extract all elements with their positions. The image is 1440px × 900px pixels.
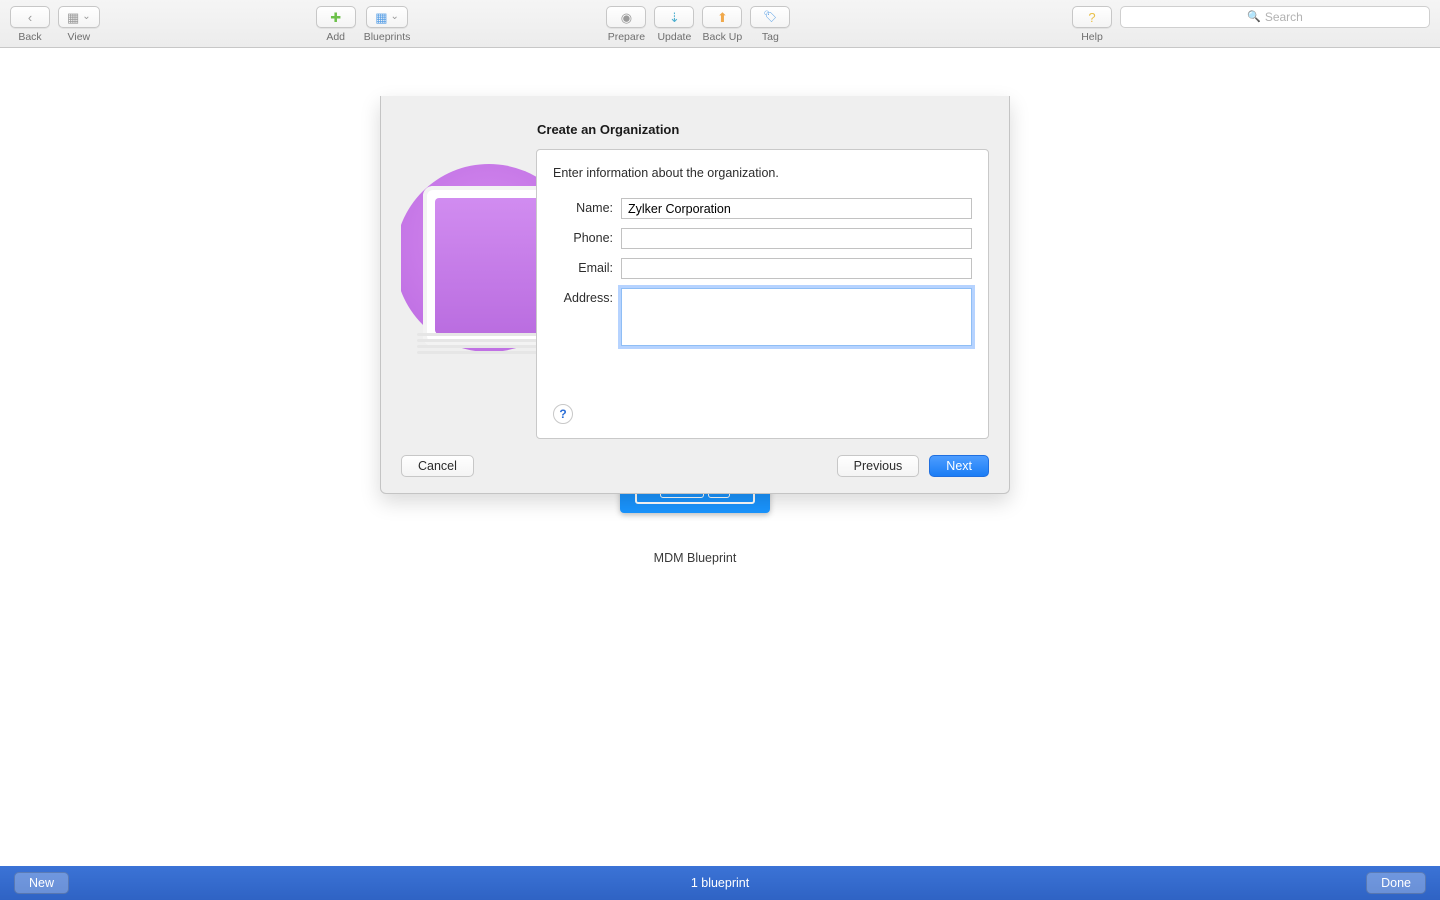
status-text: 1 blueprint [0, 876, 1440, 890]
cancel-button[interactable]: Cancel [401, 455, 474, 477]
address-label: Address: [553, 288, 621, 305]
tag-group: 🏷 Tag [750, 6, 790, 43]
previous-button[interactable]: Previous [837, 455, 920, 477]
email-label: Email: [553, 258, 621, 275]
blueprints-button[interactable]: ▦ ⌄ [366, 6, 408, 28]
done-button[interactable]: Done [1366, 872, 1426, 894]
back-group: ‹ Back [10, 6, 50, 43]
tag-icon: 🏷 [763, 12, 777, 23]
download-icon: ⇣ [669, 11, 680, 24]
chevron-left-icon: ‹ [28, 11, 32, 24]
name-row: Name: [553, 198, 972, 219]
address-field[interactable] [621, 288, 972, 346]
help-group: ? Help [1072, 6, 1112, 43]
up-arrow-icon: ⬆ [717, 11, 728, 24]
phone-label: Phone: [553, 228, 621, 245]
add-button[interactable]: ✚ [316, 6, 356, 28]
plus-icon: ✚ [330, 11, 341, 24]
add-group: ✚ Add [316, 6, 356, 43]
search-group: 🔍 Search [1120, 6, 1430, 43]
help-icon: ? [1088, 11, 1095, 24]
search-input[interactable]: 🔍 Search [1120, 6, 1430, 28]
bottom-bar: New 1 blueprint Done [0, 866, 1440, 900]
globe-icon: ◉ [621, 11, 632, 24]
blueprints-label: Blueprints [364, 31, 411, 43]
prepare-button[interactable]: ◉ [606, 6, 646, 28]
next-button[interactable]: Next [929, 455, 989, 477]
view-button[interactable]: ▦ ⌄ [58, 6, 100, 28]
sheet-buttons: Cancel Previous Next [401, 455, 989, 477]
backup-label: Back Up [703, 31, 743, 43]
sheet-help-button[interactable]: ? [553, 404, 573, 424]
blueprint-label: MDM Blueprint [654, 551, 737, 565]
search-placeholder: Search [1265, 10, 1303, 24]
blueprints-group: ▦ ⌄ Blueprints [364, 6, 411, 43]
prepare-label: Prepare [608, 31, 645, 43]
name-label: Name: [553, 198, 621, 215]
new-button[interactable]: New [14, 872, 69, 894]
create-organization-sheet: Create an Organization Enter information… [380, 96, 1010, 494]
backup-button[interactable]: ⬆ [702, 6, 742, 28]
update-label: Update [657, 31, 691, 43]
phone-row: Phone: [553, 228, 972, 249]
view-group: ▦ ⌄ View [58, 6, 100, 43]
update-button[interactable]: ⇣ [654, 6, 694, 28]
toolbar: ‹ Back ▦ ⌄ View ✚ Add ▦ ⌄ Blueprint [0, 0, 1440, 48]
view-label: View [68, 31, 91, 43]
update-group: ⇣ Update [654, 6, 694, 43]
blueprints-icon: ▦ [375, 11, 387, 24]
sheet-illustration [401, 149, 536, 439]
email-field[interactable] [621, 258, 972, 279]
back-button[interactable]: ‹ [10, 6, 50, 28]
tag-label: Tag [762, 31, 779, 43]
form-description: Enter information about the organization… [553, 166, 972, 180]
chevron-down-icon: ⌄ [390, 12, 398, 22]
phone-field[interactable] [621, 228, 972, 249]
content-area: MDM Blueprint Create an Organization Ent… [0, 48, 1440, 866]
grid-icon: ▦ [67, 11, 79, 24]
backup-group: ⬆ Back Up [702, 6, 742, 43]
help-label: Help [1081, 31, 1103, 43]
chevron-down-icon: ⌄ [82, 12, 90, 22]
prepare-group: ◉ Prepare [606, 6, 646, 43]
search-icon: 🔍 [1247, 12, 1261, 23]
name-field[interactable] [621, 198, 972, 219]
sheet-title: Create an Organization [537, 122, 989, 137]
form-panel: Enter information about the organization… [536, 149, 989, 439]
search-label-spacer [1274, 31, 1277, 43]
help-button[interactable]: ? [1072, 6, 1112, 28]
email-row: Email: [553, 258, 972, 279]
tag-button[interactable]: 🏷 [750, 6, 790, 28]
add-label: Add [326, 31, 345, 43]
back-label: Back [18, 31, 41, 43]
address-row: Address: [553, 288, 972, 346]
